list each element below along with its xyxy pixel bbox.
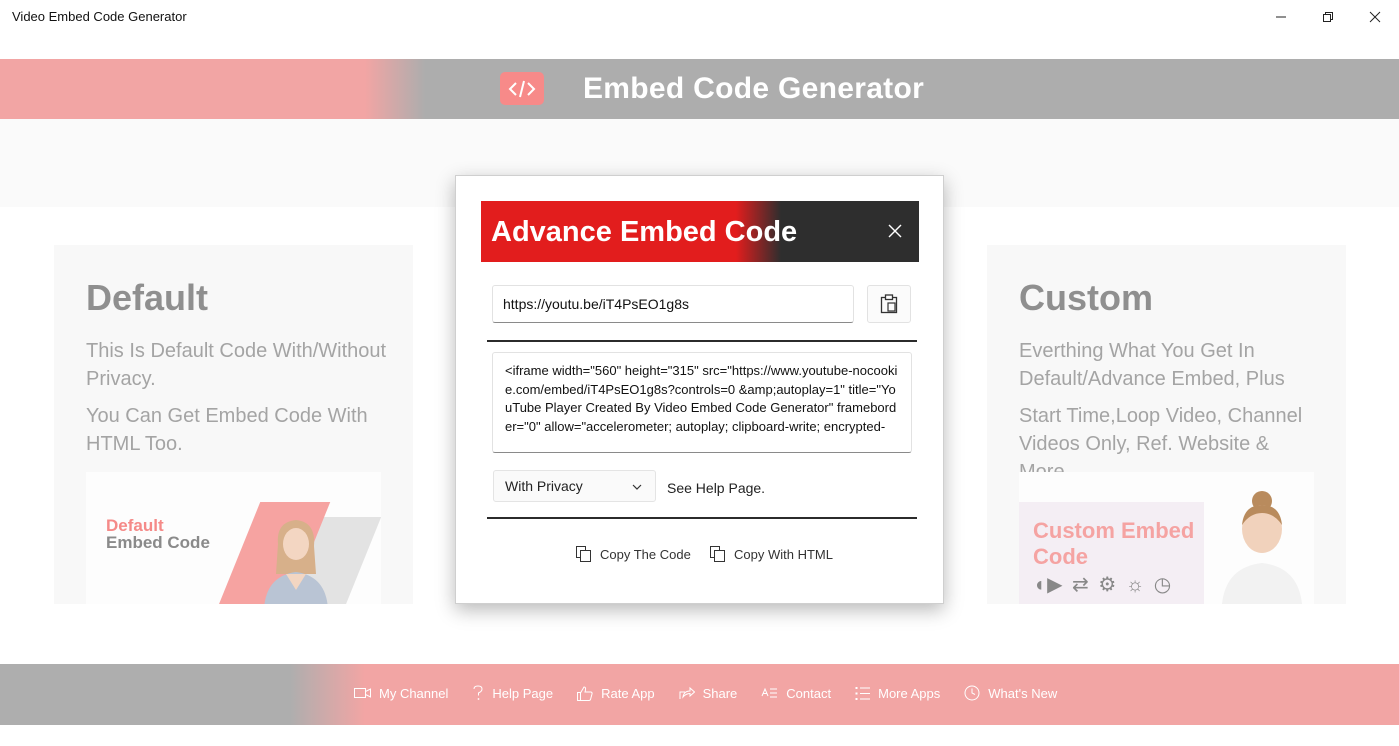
default-card-desc-2: You Can Get Embed Code With HTML Too. [86, 405, 368, 455]
custom-card-desc-1: Everthing What You Get In Default/Advanc… [1019, 340, 1285, 390]
advance-embed-dialog: Advance Embed Code <iframe width="560" h… [455, 175, 944, 604]
dialog-close-button[interactable] [885, 221, 905, 241]
video-camera-icon [354, 688, 371, 698]
paste-button[interactable] [867, 285, 911, 323]
footer-share-label: Share [702, 685, 738, 701]
footer-more-apps[interactable]: More Apps [855, 686, 940, 701]
footer-contact-label: Contact [786, 685, 832, 701]
feature-icons: ◖▶ ⇄ ⚙ ☼ ◷ [1033, 574, 1174, 596]
custom-card-thumbnail: Custom Embed Code ◖▶ ⇄ ⚙ ☼ ◷ [1019, 472, 1314, 604]
person-illustration [264, 520, 328, 604]
person-illustration [1222, 491, 1302, 604]
footer-contact[interactable]: Contact [761, 686, 831, 701]
footer-share[interactable]: Share [679, 685, 738, 701]
copy-with-html-label: Copy With HTML [734, 546, 833, 562]
minimize-icon [1276, 16, 1286, 17]
footer-rate-app[interactable]: Rate App [577, 686, 655, 701]
see-help-page-link[interactable]: See Help Page. [667, 480, 765, 496]
privacy-dropdown-value: With Privacy [505, 478, 583, 494]
minimize-button[interactable] [1258, 0, 1304, 33]
footer-whats-new-label: What's New [988, 685, 1058, 701]
restore-icon [1323, 11, 1333, 22]
close-window-button[interactable] [1352, 0, 1398, 33]
chevron-down-icon [632, 484, 642, 490]
copy-code-label: Copy The Code [600, 546, 691, 562]
default-card-desc-1: This Is Default Code With/Without Privac… [86, 340, 387, 390]
header-banner: Embed Code Generator [0, 59, 1399, 119]
copy-with-html-button[interactable]: Copy With HTML [710, 546, 833, 562]
default-card[interactable]: Default This Is Default Code With/Withou… [54, 245, 413, 604]
contact-card-icon [761, 687, 778, 698]
close-icon [888, 224, 902, 238]
footer-help-page[interactable]: Help Page [472, 685, 553, 701]
thumbs-up-icon [577, 685, 593, 701]
clipboard-paste-icon [880, 294, 898, 314]
dialog-header: Advance Embed Code [481, 201, 919, 262]
copy-icon [710, 546, 725, 562]
code-logo-icon [500, 72, 544, 105]
copy-icon [576, 546, 591, 562]
title-bar: Video Embed Code Generator [0, 0, 1399, 33]
default-card-thumbnail: Default Embed Code [86, 472, 381, 604]
restore-button[interactable] [1305, 0, 1351, 33]
footer-my-channel[interactable]: My Channel [354, 686, 448, 701]
footer-more-apps-label: More Apps [878, 685, 941, 701]
clock-icon [964, 685, 980, 701]
custom-card[interactable]: Custom Everthing What You Get In Default… [987, 245, 1346, 604]
footer-bar: My Channel Help Page Rate App Share Cont… [0, 664, 1399, 725]
custom-card-title: Custom [1019, 277, 1153, 318]
share-icon [679, 686, 695, 699]
default-thumb-label-2: Embed Code [106, 533, 210, 552]
footer-whats-new[interactable]: What's New [964, 685, 1057, 701]
dialog-title: Advance Embed Code [491, 216, 798, 248]
question-icon [473, 685, 483, 700]
app-title: Video Embed Code Generator [12, 9, 187, 24]
list-icon [855, 686, 871, 700]
footer-my-channel-label: My Channel [379, 685, 449, 701]
default-thumb-label-1: Default [106, 516, 164, 535]
embed-code-output[interactable]: <iframe width="560" height="315" src="ht… [492, 352, 912, 453]
footer-nav: My Channel Help Page Rate App Share Cont… [354, 685, 1081, 701]
footer-rate-app-label: Rate App [601, 685, 655, 701]
privacy-dropdown[interactable]: With Privacy [493, 470, 656, 502]
close-icon [1369, 11, 1381, 22]
custom-thumb-label: Custom Embed Code [1033, 518, 1195, 569]
footer-help-page-label: Help Page [492, 685, 554, 701]
copy-code-button[interactable]: Copy The Code [576, 546, 691, 562]
divider [487, 517, 917, 519]
header-title: Embed Code Generator [583, 72, 925, 105]
video-url-input[interactable] [492, 285, 854, 323]
divider [487, 340, 917, 342]
default-card-title: Default [86, 277, 209, 318]
